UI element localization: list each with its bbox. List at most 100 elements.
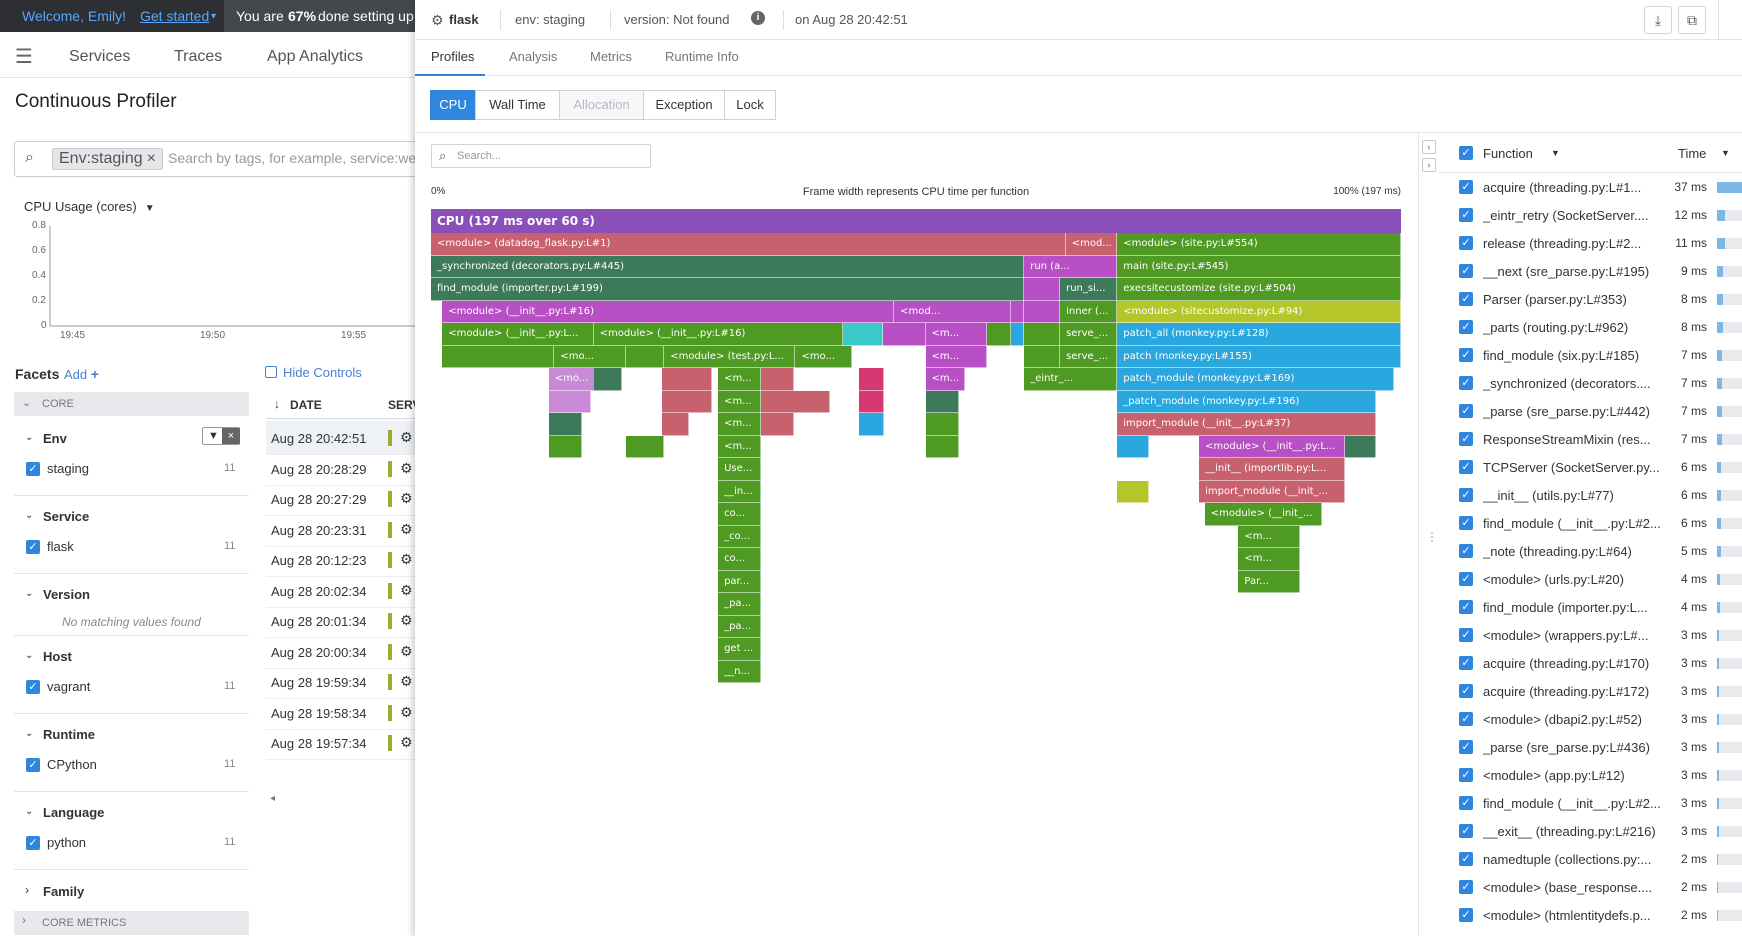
arrow-down-icon[interactable]: ↓ bbox=[274, 397, 280, 411]
function-checkbox[interactable]: ✓ bbox=[1459, 740, 1473, 754]
flamegraph-frame[interactable]: <m... bbox=[925, 368, 965, 391]
table-row[interactable]: Aug 28 20:23:31 ⚙ bbox=[266, 513, 415, 547]
function-checkbox[interactable]: ✓ bbox=[1459, 768, 1473, 782]
collapse-right-icon[interactable]: › bbox=[1422, 158, 1436, 172]
facet-value-staging[interactable]: staging bbox=[47, 461, 89, 476]
flamegraph-frame[interactable]: <module> (sitecustomize.py:L#94) bbox=[1117, 300, 1401, 323]
nav-item-app-analytics[interactable]: App Analytics bbox=[267, 48, 363, 66]
function-row[interactable]: ✓ <module> (wrappers.py:L#... 3 ms bbox=[1439, 621, 1742, 649]
mode-exception-button[interactable]: Exception bbox=[643, 90, 725, 120]
date-column-header[interactable]: DATE bbox=[290, 398, 322, 412]
flamegraph-frame[interactable]: <m... bbox=[718, 435, 761, 458]
function-checkbox[interactable]: ✓ bbox=[1459, 376, 1473, 390]
flamegraph-frame[interactable] bbox=[925, 435, 960, 458]
function-row[interactable]: ✓ release (threading.py:L#2... 11 ms bbox=[1439, 229, 1742, 257]
chevron-down-icon[interactable]: ⌄ bbox=[25, 432, 33, 443]
flamegraph-frame[interactable]: <m... bbox=[925, 345, 988, 368]
flamegraph-frame[interactable] bbox=[859, 390, 885, 413]
flamegraph-frame[interactable]: run_si... bbox=[1060, 278, 1118, 301]
function-checkbox[interactable]: ✓ bbox=[1459, 432, 1473, 446]
facet-value-cpython[interactable]: CPython bbox=[47, 757, 97, 772]
function-row[interactable]: ✓ acquire (threading.py:L#172) 3 ms bbox=[1439, 677, 1742, 705]
flamegraph-frame[interactable]: _patch_module (monkey.py:L#196) bbox=[1117, 390, 1377, 413]
flamegraph-frame[interactable] bbox=[1024, 323, 1061, 346]
function-row[interactable]: ✓ <module> (base_response.... 2 ms bbox=[1439, 873, 1742, 901]
chevron-down-icon[interactable]: ⌄ bbox=[25, 806, 33, 817]
flamegraph-frame[interactable]: _pa... bbox=[718, 593, 761, 616]
flamegraph-frame[interactable]: <m... bbox=[1238, 525, 1301, 548]
function-checkbox[interactable]: ✓ bbox=[1459, 656, 1473, 670]
facet-checkbox[interactable]: ✓ bbox=[26, 680, 40, 694]
add-facet-button[interactable]: Add + bbox=[64, 366, 99, 382]
flamegraph-frame[interactable] bbox=[925, 413, 960, 436]
flamegraph-frame[interactable] bbox=[1344, 435, 1377, 458]
function-row[interactable]: ✓ find_module (__init__.py:L#2... 3 ms bbox=[1439, 789, 1742, 817]
table-row[interactable]: Aug 28 20:01:34 ⚙ bbox=[266, 604, 415, 638]
nav-item-services[interactable]: Services bbox=[69, 48, 130, 66]
flamegraph-frame[interactable] bbox=[1010, 323, 1025, 346]
function-checkbox[interactable]: ✓ bbox=[1459, 488, 1473, 502]
tab-metrics[interactable]: Metrics bbox=[590, 49, 632, 64]
flamegraph-frame[interactable]: inner (... bbox=[1060, 300, 1118, 323]
flamegraph-frame[interactable]: import_module (__init_... bbox=[1199, 480, 1345, 503]
function-checkbox[interactable]: ✓ bbox=[1459, 544, 1473, 558]
flamegraph-frame[interactable]: co... bbox=[718, 503, 761, 526]
function-checkbox[interactable]: ✓ bbox=[1459, 348, 1473, 362]
flamegraph-root-frame[interactable]: CPU (197 ms over 60 s) bbox=[431, 209, 1401, 233]
facet-title-env[interactable]: Env bbox=[43, 431, 67, 446]
flamegraph-frame[interactable] bbox=[1024, 278, 1061, 301]
function-checkbox[interactable]: ✓ bbox=[1459, 516, 1473, 530]
facet-checkbox[interactable]: ✓ bbox=[26, 836, 40, 850]
flamegraph-frame[interactable] bbox=[548, 390, 592, 413]
chevron-down-icon[interactable]: ⌄ bbox=[25, 588, 33, 599]
flamegraph-frame[interactable]: <mod... bbox=[894, 300, 1011, 323]
facet-title-runtime[interactable]: Runtime bbox=[43, 727, 95, 742]
flamegraph-frame[interactable]: Par... bbox=[1238, 570, 1301, 593]
flamegraph-frame[interactable]: <module> (__init__.py:L#16) bbox=[442, 300, 895, 323]
chevron-down-icon[interactable]: ▼ bbox=[1721, 148, 1730, 158]
flamegraph-frame[interactable] bbox=[760, 413, 795, 436]
function-row[interactable]: ✓ find_module (importer.py:L... 4 ms bbox=[1439, 593, 1742, 621]
flamegraph-frame[interactable] bbox=[1024, 345, 1061, 368]
flamegraph-frame[interactable]: <module> (test.py:L... bbox=[664, 345, 796, 368]
service-column-header[interactable]: SERV bbox=[388, 398, 415, 412]
function-checkbox[interactable]: ✓ bbox=[1459, 796, 1473, 810]
function-checkbox[interactable]: ✓ bbox=[1459, 404, 1473, 418]
flamegraph-frame[interactable] bbox=[842, 323, 883, 346]
function-checkbox[interactable]: ✓ bbox=[1459, 572, 1473, 586]
facet-title-language[interactable]: Language bbox=[43, 805, 104, 820]
function-checkbox[interactable]: ✓ bbox=[1459, 292, 1473, 306]
flamegraph-frame[interactable]: _co... bbox=[718, 525, 761, 548]
facet-checkbox[interactable]: ✓ bbox=[26, 540, 40, 554]
mode-cpu-button[interactable]: CPU bbox=[430, 90, 476, 120]
flamegraph-frame[interactable]: patch (monkey.py:L#155) bbox=[1117, 345, 1401, 368]
function-row[interactable]: ✓ _note (threading.py:L#64) 5 ms bbox=[1439, 537, 1742, 565]
function-row[interactable]: ✓ <module> (app.py:L#12) 3 ms bbox=[1439, 761, 1742, 789]
download-icon[interactable]: ⤓ bbox=[1644, 6, 1672, 34]
function-row[interactable]: ✓ namedtuple (collections.py:... 2 ms bbox=[1439, 845, 1742, 873]
flamegraph-frame[interactable]: <m... bbox=[718, 413, 761, 436]
flamegraph-frame[interactable] bbox=[987, 323, 1011, 346]
flamegraph-frame[interactable] bbox=[626, 345, 665, 368]
function-row[interactable]: ✓ _parse (sre_parse.py:L#442) 7 ms bbox=[1439, 397, 1742, 425]
table-row[interactable]: Aug 28 19:59:34 ⚙ bbox=[266, 665, 415, 699]
facet-title-host[interactable]: Host bbox=[43, 649, 72, 664]
collapse-left-icon[interactable]: ‹ bbox=[1422, 140, 1436, 154]
facet-checkbox[interactable]: ✓ bbox=[26, 758, 40, 772]
function-row[interactable]: ✓ _parts (routing.py:L#962) 8 ms bbox=[1439, 313, 1742, 341]
flamegraph-frame[interactable] bbox=[1117, 435, 1149, 458]
env-filter-pill[interactable]: Env:staging × bbox=[52, 148, 163, 170]
flamegraph-frame[interactable] bbox=[925, 390, 960, 413]
core-metrics-section-header[interactable]: › CORE METRICS bbox=[14, 911, 249, 935]
close-icon[interactable]: × bbox=[222, 428, 240, 444]
table-row[interactable]: Aug 28 20:02:34 ⚙ bbox=[266, 574, 415, 608]
facet-value-vagrant[interactable]: vagrant bbox=[47, 679, 90, 694]
mode-wall-time-button[interactable]: Wall Time bbox=[475, 90, 560, 120]
table-row[interactable]: Aug 28 20:42:51 ⚙ bbox=[266, 421, 415, 455]
info-icon[interactable]: i bbox=[751, 11, 765, 25]
function-row[interactable]: ✓ <module> (urls.py:L#20) 4 ms bbox=[1439, 565, 1742, 593]
drag-handle-icon[interactable]: ⋮ bbox=[1426, 530, 1438, 544]
table-row[interactable]: Aug 28 19:57:34 ⚙ bbox=[266, 726, 415, 760]
facet-title-service[interactable]: Service bbox=[43, 509, 89, 524]
mode-allocation-button[interactable]: Allocation bbox=[559, 90, 644, 120]
